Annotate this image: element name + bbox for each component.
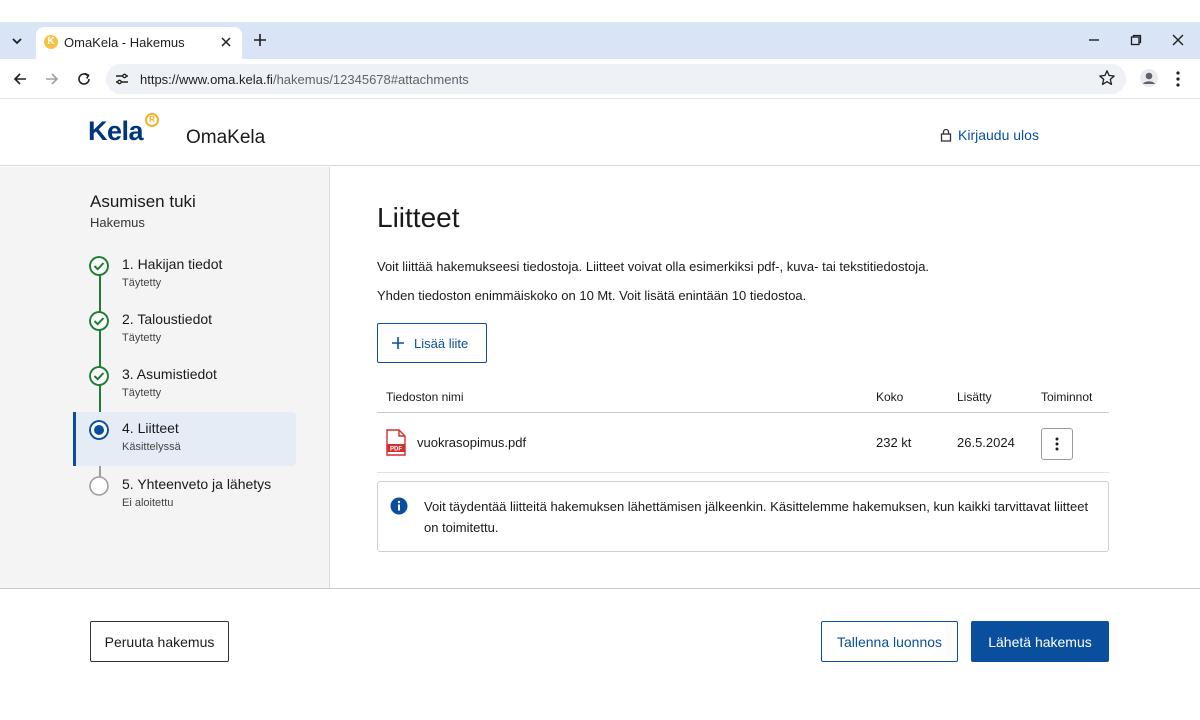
browser-tab-strip: K OmaKela - Hakemus bbox=[0, 22, 1200, 59]
file-size: 232 kt bbox=[876, 435, 912, 450]
address-bar[interactable]: https://www.oma.kela.fi/hakemus/12345678… bbox=[106, 64, 1126, 94]
site-header: Kela R OmaKela Kirjaudu ulos bbox=[0, 100, 1200, 166]
progress-sidebar: Asumisen tuki Hakemus 1. Hakijan tiedot … bbox=[0, 167, 330, 588]
svg-text:PDF: PDF bbox=[390, 447, 402, 453]
step-status: Ei aloitettu bbox=[122, 497, 174, 509]
kela-favicon-icon: K bbox=[44, 35, 58, 49]
application-subtitle: Hakemus bbox=[90, 215, 145, 230]
logout-label: Kirjaudu ulos bbox=[958, 127, 1039, 143]
new-tab-button[interactable] bbox=[250, 30, 270, 50]
step-status: Täytetty bbox=[122, 387, 162, 399]
step-label: 3. Asumistiedot bbox=[122, 366, 217, 382]
table-row: PDF vuokrasopimus.pdf 232 kt 26.5.2024 bbox=[377, 413, 1109, 473]
chevron-down-icon bbox=[12, 38, 22, 45]
form-footer: Peruuta hakemus Tallenna luonnos Lähetä … bbox=[0, 588, 1200, 720]
more-vertical-icon bbox=[1055, 437, 1059, 451]
profile-avatar-icon[interactable] bbox=[1139, 68, 1159, 88]
step-label: 4. Liitteet bbox=[122, 420, 179, 436]
forward-button[interactable] bbox=[42, 69, 62, 89]
column-header-name: Tiedoston nimi bbox=[386, 390, 464, 404]
tab-search-button[interactable] bbox=[6, 30, 28, 52]
logo-badge-icon: R bbox=[145, 113, 159, 127]
kela-logo[interactable]: Kela bbox=[88, 116, 144, 147]
step-asumistiedot[interactable]: 3. Asumistiedot Täytetty bbox=[73, 358, 296, 412]
service-name: OmaKela bbox=[186, 127, 266, 148]
reload-button[interactable] bbox=[74, 69, 94, 89]
minimize-icon bbox=[1089, 39, 1099, 41]
table-header: Tiedoston nimi Koko Lisätty Toiminnot bbox=[377, 380, 1109, 413]
step-status: Täytetty bbox=[122, 332, 162, 344]
step-status: Käsittelyssä bbox=[122, 441, 181, 453]
lock-icon bbox=[940, 128, 952, 142]
file-added-date: 26.5.2024 bbox=[957, 435, 1015, 450]
tab-close-button[interactable] bbox=[218, 34, 234, 50]
browser-tab-active[interactable]: K OmaKela - Hakemus bbox=[36, 27, 242, 59]
browser-toolbar: https://www.oma.kela.fi/hakemus/12345678… bbox=[0, 59, 1200, 99]
close-icon bbox=[221, 37, 231, 47]
add-attachment-button[interactable]: Lisää liite bbox=[377, 323, 487, 363]
logout-link[interactable]: Kirjaudu ulos bbox=[940, 127, 1039, 143]
cancel-application-button[interactable]: Peruuta hakemus bbox=[90, 621, 229, 662]
close-icon bbox=[1172, 34, 1184, 46]
attachments-table: Tiedoston nimi Koko Lisätty Toiminnot PD… bbox=[377, 380, 1109, 473]
restore-button[interactable] bbox=[1127, 31, 1145, 49]
site-settings-icon[interactable] bbox=[114, 71, 130, 87]
column-header-actions: Toiminnot bbox=[1041, 390, 1093, 404]
step-label: 5. Yhteenveto ja lähetys bbox=[122, 476, 272, 492]
info-text: Voit täydentää liitteitä hakemuksen lähe… bbox=[424, 499, 1089, 535]
arrow-right-icon bbox=[46, 73, 59, 85]
window-close-button[interactable] bbox=[1169, 31, 1187, 49]
row-actions-button[interactable] bbox=[1041, 428, 1073, 460]
check-circle-icon bbox=[89, 366, 109, 386]
save-draft-button[interactable]: Tallenna luonnos bbox=[821, 621, 958, 662]
arrow-left-icon bbox=[13, 73, 26, 85]
restore-icon bbox=[1130, 34, 1142, 46]
step-hakijan-tiedot[interactable]: 1. Hakijan tiedot Täytetty bbox=[73, 248, 296, 302]
current-step-icon bbox=[89, 420, 109, 440]
page-title: Liitteet bbox=[377, 202, 460, 233]
file-name[interactable]: vuokrasopimus.pdf bbox=[417, 435, 526, 450]
step-yhteenveto[interactable]: 5. Yhteenveto ja lähetys Ei aloitettu bbox=[73, 468, 296, 522]
step-label: 2. Taloustiedot bbox=[122, 311, 213, 327]
info-icon bbox=[390, 497, 408, 515]
application-title: Asumisen tuki bbox=[90, 192, 196, 211]
plus-icon bbox=[254, 34, 266, 46]
add-attachment-label: Lisää liite bbox=[414, 335, 469, 351]
submit-application-button[interactable]: Lähetä hakemus bbox=[971, 621, 1109, 662]
column-header-size: Koko bbox=[876, 390, 904, 404]
minimize-button[interactable] bbox=[1085, 31, 1103, 49]
check-circle-icon bbox=[89, 311, 109, 331]
step-liitteet-current[interactable]: 4. Liitteet Käsittelyssä bbox=[73, 412, 296, 466]
bookmark-star-icon[interactable] bbox=[1098, 69, 1116, 87]
column-header-added: Lisätty bbox=[957, 390, 992, 404]
browser-menu-icon[interactable] bbox=[1170, 69, 1186, 89]
step-label: 1. Hakijan tiedot bbox=[122, 256, 223, 272]
back-button[interactable] bbox=[10, 69, 30, 89]
main-content: Liitteet Voit liittää hakemukseesi tiedo… bbox=[331, 167, 1200, 588]
step-status: Täytetty bbox=[122, 277, 162, 289]
reload-icon bbox=[78, 72, 90, 85]
info-notice: Voit täydentää liitteitä hakemuksen lähe… bbox=[377, 481, 1109, 552]
tab-title: OmaKela - Hakemus bbox=[64, 35, 185, 50]
step-taloustiedot[interactable]: 2. Taloustiedot Täytetty bbox=[73, 303, 296, 357]
url-text: https://www.oma.kela.fi/hakemus/12345678… bbox=[140, 72, 469, 87]
plus-icon bbox=[392, 337, 404, 349]
pdf-file-icon: PDF bbox=[386, 429, 406, 456]
intro-text: Voit liittää hakemukseesi tiedostoja. Li… bbox=[377, 259, 930, 274]
check-circle-icon bbox=[89, 256, 109, 276]
empty-circle-icon bbox=[89, 476, 109, 496]
file-limit-text: Yhden tiedoston enimmäiskoko on 10 Mt. V… bbox=[377, 288, 807, 303]
